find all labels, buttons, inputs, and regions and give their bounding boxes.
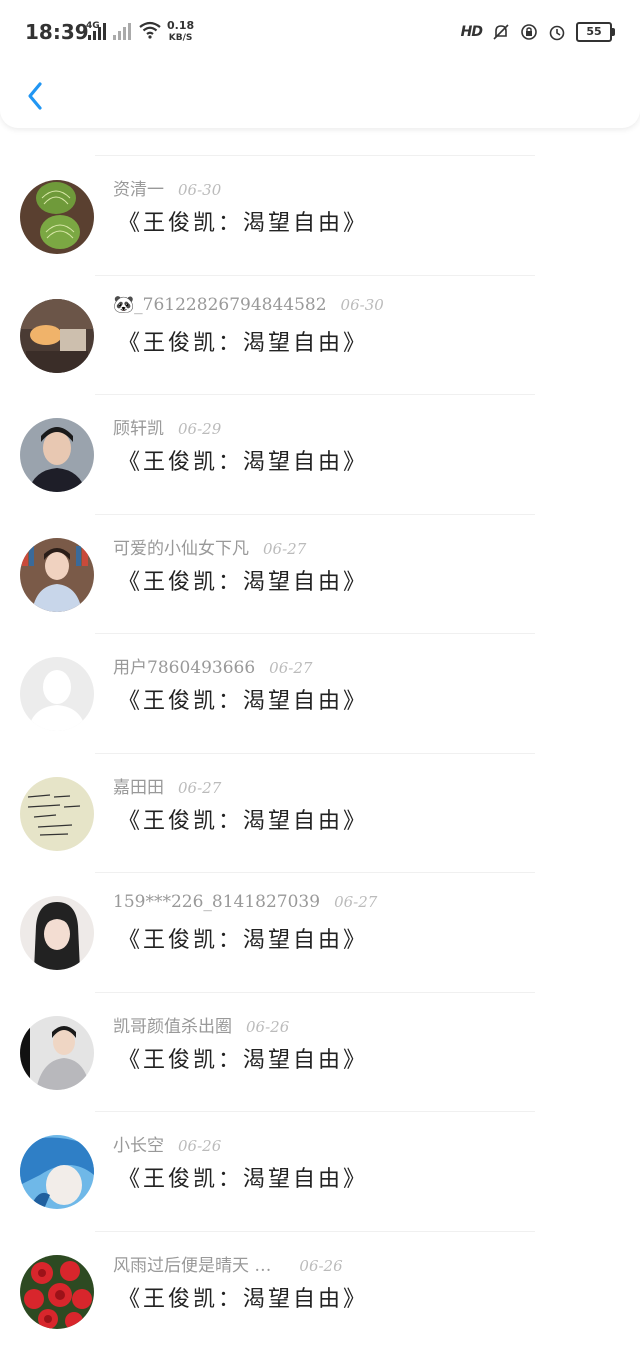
comment-date: 06-27 — [263, 540, 307, 558]
comment-date: 06-27 — [178, 779, 222, 797]
comment-text: 《王俊凯：渴望自由》 — [118, 211, 369, 236]
username[interactable]: 159***226_8141827039 — [113, 892, 320, 912]
comment-date: 06-29 — [178, 420, 222, 438]
hd-icon: HD — [460, 24, 483, 40]
comment-text: 《王俊凯：渴望自由》 — [118, 928, 369, 953]
comment-meta: 用户7860493666 06-27 — [113, 653, 312, 678]
comment-text: 《王俊凯：渴望自由》 — [118, 809, 369, 834]
comment-meta: 可爱的小仙女下凡 06-27 — [113, 534, 306, 559]
list-item[interactable]: 159***226_8141827039 06-27 《王俊凯：渴望自由》 — [0, 872, 640, 993]
username[interactable]: 小长空 — [113, 1136, 164, 1156]
net-speed: 0.18 KB/S — [167, 20, 194, 44]
comment-date: 06-30 — [178, 181, 222, 199]
net-speed-value: 0.18 — [167, 19, 195, 32]
comment-meta: 资清一 06-30 — [113, 175, 221, 200]
comment-meta: 159***226_8141827039 06-27 — [113, 892, 377, 912]
avatar[interactable] — [20, 896, 94, 970]
username[interactable]: 风雨过后便是晴天 … — [113, 1256, 271, 1276]
net-speed-unit: KB/S — [168, 33, 193, 43]
comment-meta: 🐼_7612282679484458​2 06-30 — [113, 295, 384, 315]
list-item[interactable]: 可爱的小仙女下凡 06-27 《王俊凯：渴望自由》 — [0, 514, 640, 634]
comment-meta: 凯哥颜值杀出圈 06-26 — [113, 1012, 289, 1037]
list-item[interactable]: 凯哥颜值杀出圈 06-26 《王俊凯：渴望自由》 — [0, 992, 640, 1112]
comment-text: 《王俊凯：渴望自由》 — [118, 331, 369, 356]
username[interactable]: 嘉田田 — [113, 778, 164, 798]
bell-off-icon — [493, 24, 509, 40]
avatar[interactable] — [20, 1255, 94, 1329]
avatar[interactable] — [20, 1135, 94, 1209]
avatar[interactable] — [20, 538, 94, 612]
comment-meta: 嘉田田 06-27 — [113, 773, 221, 798]
username[interactable]: 用户7860493666 — [113, 658, 255, 678]
list-item[interactable]: 顾轩凯 06-29 《王俊凯：渴望自由》 — [0, 394, 640, 515]
alarm-icon — [549, 25, 565, 41]
comment-text: 《王俊凯：渴望自由》 — [118, 1287, 369, 1312]
top-bar — [0, 66, 640, 128]
list-item[interactable]: 用户7860493666 06-27 《王俊凯：渴望自由》 — [0, 633, 640, 754]
avatar[interactable] — [20, 299, 94, 373]
comment-text: 《王俊凯：渴望自由》 — [118, 1167, 369, 1192]
comment-date: 06-27 — [334, 893, 378, 911]
username[interactable]: 凯哥颜值杀出圈 — [113, 1017, 232, 1037]
list-item[interactable]: 资清一 06-30 《王俊凯：渴望自由》 — [0, 155, 640, 276]
list-item[interactable]: 小长空 06-26 《王俊凯：渴望自由》 — [0, 1111, 640, 1232]
avatar[interactable] — [20, 418, 94, 492]
comment-meta: 风雨过后便是晴天 … 06-26 — [113, 1251, 343, 1276]
comment-text: 《王俊凯：渴望自由》 — [118, 689, 369, 714]
username[interactable]: 🐼_7612282679484458​2 — [113, 295, 327, 315]
default-avatar-icon[interactable] — [20, 657, 94, 731]
comment-text: 《王俊凯：渴望自由》 — [118, 450, 369, 475]
avatar[interactable] — [20, 180, 94, 254]
back-button[interactable] — [22, 76, 50, 116]
comment-date: 06-26 — [299, 1257, 343, 1275]
avatar[interactable] — [20, 1016, 94, 1090]
comment-text: 《王俊凯：渴望自由》 — [118, 1048, 369, 1073]
comment-meta: 顾轩凯 06-29 — [113, 414, 221, 439]
rotation-lock-icon — [521, 24, 537, 40]
username[interactable]: 顾轩凯 — [113, 419, 164, 439]
username[interactable]: 可爱的小仙女下凡 — [113, 539, 249, 559]
comment-date: 06-27 — [269, 659, 313, 677]
comment-date: 06-26 — [246, 1018, 290, 1036]
list-item[interactable]: 风雨过后便是晴天 … 06-26 《王俊凯：渴望自由》 — [0, 1231, 640, 1350]
list-item[interactable]: 嘉田田 06-27 《王俊凯：渴望自由》 — [0, 753, 640, 873]
signal-icon — [88, 20, 106, 40]
comment-text: 《王俊凯：渴望自由》 — [118, 570, 369, 595]
status-right: HD 55 — [460, 22, 615, 42]
username[interactable]: 资清一 — [113, 180, 164, 200]
comment-meta: 小长空 06-26 — [113, 1131, 221, 1156]
status-time: 18:39 — [25, 20, 89, 44]
battery-icon: 55 — [576, 22, 615, 42]
comment-date: 06-26 — [178, 1137, 222, 1155]
list-item[interactable]: 🐼_7612282679484458​2 06-30 《王俊凯：渴望自由》 — [0, 275, 640, 395]
avatar[interactable] — [20, 777, 94, 851]
comment-date: 06-30 — [340, 296, 384, 314]
signal-off-icon — [113, 20, 131, 40]
status-bar: 18:39 4G 0.18 KB/S HD 55 — [0, 0, 640, 66]
wifi-icon — [139, 21, 161, 39]
